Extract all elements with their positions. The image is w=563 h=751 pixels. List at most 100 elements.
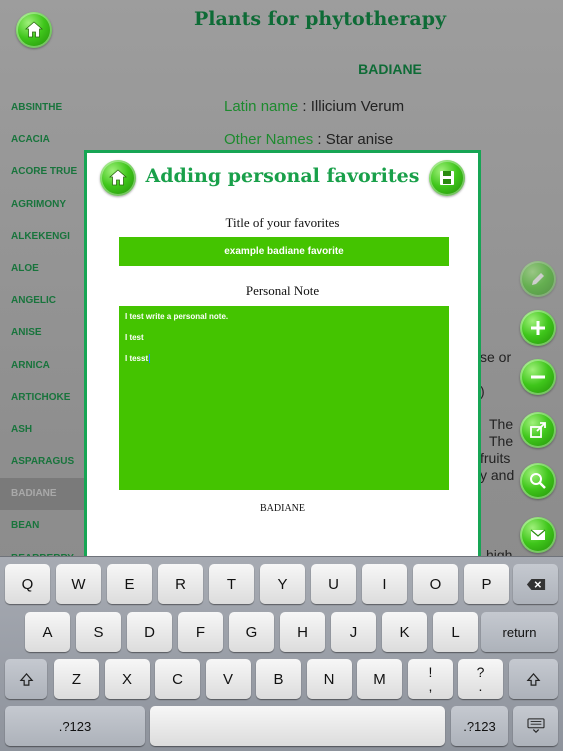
key-j[interactable]: J xyxy=(331,612,376,652)
personal-note-label: Personal Note xyxy=(245,283,320,298)
favorites-title-input[interactable]: example badiane favorite xyxy=(119,237,449,266)
key-w[interactable]: W xyxy=(56,564,101,604)
remove-button[interactable] xyxy=(520,359,556,395)
key-h[interactable]: H xyxy=(280,612,325,652)
key-g[interactable]: G xyxy=(229,612,274,652)
sidebar-item-agrimony[interactable]: AGRIMONY xyxy=(0,189,84,221)
key-d[interactable]: D xyxy=(127,612,172,652)
key-o[interactable]: O xyxy=(413,564,458,604)
pencil-icon xyxy=(532,273,544,285)
key-s[interactable]: S xyxy=(76,612,121,652)
onscreen-keyboard: return !, ?. .?123 .?123 QWERTYUIOP ASDFG… xyxy=(0,556,563,751)
modal-plant-name: BADIANE xyxy=(260,503,305,514)
save-button[interactable] xyxy=(429,160,465,196)
sidebar-item-acore-true[interactable]: ACORE TRUE xyxy=(0,156,84,188)
key-label: ? xyxy=(476,664,485,680)
favorites-title-label: Title of your favorites xyxy=(225,215,340,230)
sidebar-item-badiane[interactable]: BADIANE xyxy=(0,478,84,511)
floppy-disk-icon xyxy=(440,171,454,185)
edit-button[interactable] xyxy=(520,261,556,297)
key-label: , xyxy=(428,678,433,694)
key-n[interactable]: N xyxy=(306,659,352,699)
search-button[interactable] xyxy=(520,463,556,499)
background-text-fragment: se or xyxy=(480,349,512,365)
key-a[interactable]: A xyxy=(25,612,70,652)
other-names-label: Other Names xyxy=(224,131,314,148)
sidebar-item-angelic[interactable]: ANGELIC xyxy=(0,285,84,317)
sidebar-item-asparagus[interactable]: ASPARAGUS xyxy=(0,446,84,478)
keyboard-hide-icon xyxy=(526,718,545,734)
hide-keyboard-key[interactable] xyxy=(513,706,558,746)
other-names-row: Other Names : Star anise xyxy=(224,131,394,148)
sidebar-item-ash[interactable]: ASH xyxy=(0,414,84,446)
app-screen: Plants for phytotherapy BADIANE ABSINTHE… xyxy=(0,0,563,751)
modal-title: Adding personal favorites xyxy=(145,165,420,187)
key-label: ! xyxy=(428,664,433,680)
numbers-key[interactable]: .?123 xyxy=(5,706,145,746)
sidebar-item-absinthe[interactable]: ABSINTHE xyxy=(0,92,84,124)
mail-icon xyxy=(530,529,546,540)
key-t[interactable]: T xyxy=(209,564,254,604)
background-text-fragment: The xyxy=(489,433,514,449)
numbers-key-right[interactable]: .?123 xyxy=(451,706,508,746)
return-key[interactable]: return xyxy=(481,612,558,652)
share-button[interactable] xyxy=(520,412,556,448)
sidebar-item-arnica[interactable]: ARNICA xyxy=(0,350,84,382)
key-v[interactable]: V xyxy=(205,659,251,699)
other-names-value: Star anise xyxy=(325,131,394,148)
favorites-modal: Adding personal favorites Title of your … xyxy=(84,150,481,573)
sidebar-item-anise[interactable]: ANISE xyxy=(0,317,84,349)
background-text-fragment: y and xyxy=(480,467,515,483)
sidebar-item-aloe[interactable]: ALOE xyxy=(0,253,84,285)
key-c[interactable]: C xyxy=(155,659,200,699)
magnifier-icon xyxy=(530,473,546,489)
key-f[interactable]: F xyxy=(178,612,223,652)
key-label: . xyxy=(478,678,483,694)
latin-name-label: Latin name xyxy=(224,98,299,115)
latin-name-value: Illicium Verum xyxy=(310,98,405,115)
key-i[interactable]: I xyxy=(362,564,407,604)
key-y[interactable]: Y xyxy=(260,564,305,604)
key-b[interactable]: B xyxy=(256,659,301,699)
key-m[interactable]: M xyxy=(357,659,402,699)
share-icon xyxy=(530,422,546,438)
sidebar-item-artichoke[interactable]: ARTICHOKE xyxy=(0,382,84,414)
exclamation-comma-key[interactable]: !, xyxy=(408,659,453,699)
shift-icon xyxy=(526,672,541,686)
sidebar-item-alkekengi[interactable]: ALKEKENGI xyxy=(0,221,84,253)
shift-key-right[interactable] xyxy=(509,659,558,699)
question-period-key[interactable]: ?. xyxy=(458,659,503,699)
plant-list: ABSINTHE ACACIA ACORE TRUE AGRIMONY ALKEKENG… xyxy=(0,92,84,575)
key-p[interactable]: P xyxy=(464,564,509,604)
home-icon xyxy=(24,21,44,38)
home-button[interactable] xyxy=(16,12,52,48)
sidebar-item-acacia[interactable]: ACACIA xyxy=(0,124,84,156)
background-text-fragment: fruits xyxy=(480,450,511,466)
text-cursor xyxy=(149,354,151,364)
latin-name-row: Latin name : Illicium Verum xyxy=(224,98,405,115)
plant-heading: BADIANE xyxy=(358,61,422,77)
key-x[interactable]: X xyxy=(104,659,150,699)
shift-icon xyxy=(19,672,33,686)
key-r[interactable]: R xyxy=(158,564,203,604)
minus-icon xyxy=(531,375,545,379)
key-q[interactable]: Q xyxy=(5,564,50,604)
key-k[interactable]: K xyxy=(382,612,427,652)
backspace-icon xyxy=(526,578,545,590)
sidebar-item-bean[interactable]: BEAN xyxy=(0,510,84,542)
key-e[interactable]: E xyxy=(107,564,152,604)
personal-note-textarea[interactable]: I test write a personal note. I test I t… xyxy=(119,306,449,490)
key-l[interactable]: L xyxy=(433,612,478,652)
key-u[interactable]: U xyxy=(311,564,356,604)
space-key[interactable] xyxy=(150,706,445,746)
mail-button[interactable] xyxy=(520,517,556,553)
note-line: I test write a personal note. xyxy=(125,312,229,321)
backspace-key[interactable] xyxy=(513,564,558,604)
background-text-fragment: The xyxy=(489,416,514,432)
note-line: I tesst xyxy=(125,354,149,363)
key-z[interactable]: Z xyxy=(54,659,99,699)
add-button[interactable] xyxy=(520,310,556,346)
shift-key[interactable] xyxy=(5,659,47,699)
app-title: Plants for phytotherapy xyxy=(193,8,447,30)
plus-icon xyxy=(531,321,545,335)
